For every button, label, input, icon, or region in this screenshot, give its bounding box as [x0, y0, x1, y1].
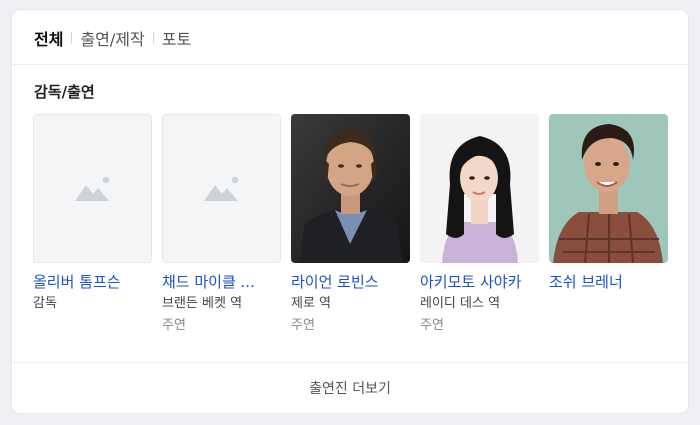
people-list: 올리버 톰프슨 감독 채드 마이클 ... 브랜든 베켓 역 주연 라이언 로빈… [33, 114, 668, 335]
person-photo[interactable] [291, 114, 410, 263]
person-card[interactable]: 라이언 로빈스 제로 역 주연 [291, 114, 410, 335]
person-role: 브랜든 베켓 역 [162, 296, 243, 311]
person-name[interactable]: 채드 마이클 ... [162, 272, 281, 292]
section-title: 감독/출연 [34, 83, 95, 101]
person-role: 레이디 데스 역 [420, 296, 501, 311]
person-card[interactable]: 아키모토 사야카 레이디 데스 역 주연 [420, 114, 539, 335]
tab-separator [152, 32, 154, 44]
person-billing: 주연 [162, 318, 186, 333]
person-card[interactable]: 올리버 톰프슨 감독 [33, 114, 152, 335]
person-role: 제로 역 [291, 296, 332, 311]
more-cast-button[interactable]: 출연진 더보기 [12, 362, 688, 413]
person-name[interactable]: 아키모토 사야카 [420, 272, 539, 292]
cast-card: 전체 출연/제작 포토 감독/출연 올리버 톰프슨 감독 채드 마이클 ... … [12, 10, 688, 413]
placeholder-image-icon [203, 176, 238, 201]
tab-cast-production[interactable]: 출연/제작 [80, 26, 144, 50]
person-role: 감독 [33, 296, 57, 311]
placeholder-image-icon [74, 176, 109, 201]
portrait-photo [291, 114, 410, 263]
person-name[interactable]: 라이언 로빈스 [291, 272, 410, 292]
person-billing: 주연 [291, 318, 315, 333]
portrait-photo [549, 114, 668, 263]
person-card[interactable]: 채드 마이클 ... 브랜든 베켓 역 주연 [162, 114, 281, 335]
tab-bar: 전체 출연/제작 포토 [34, 26, 191, 50]
person-card[interactable]: 조쉬 브레너 [549, 114, 668, 335]
person-name[interactable]: 올리버 톰프슨 [33, 272, 152, 292]
person-name[interactable]: 조쉬 브레너 [549, 272, 668, 292]
person-photo[interactable] [33, 114, 152, 263]
portrait-photo [420, 114, 539, 263]
header-divider [12, 64, 688, 65]
tab-photo[interactable]: 포토 [162, 26, 191, 50]
person-photo[interactable] [549, 114, 668, 263]
person-photo[interactable] [420, 114, 539, 263]
person-photo[interactable] [162, 114, 281, 263]
tab-separator [71, 32, 73, 44]
person-billing: 주연 [420, 318, 444, 333]
tab-all[interactable]: 전체 [34, 26, 63, 50]
